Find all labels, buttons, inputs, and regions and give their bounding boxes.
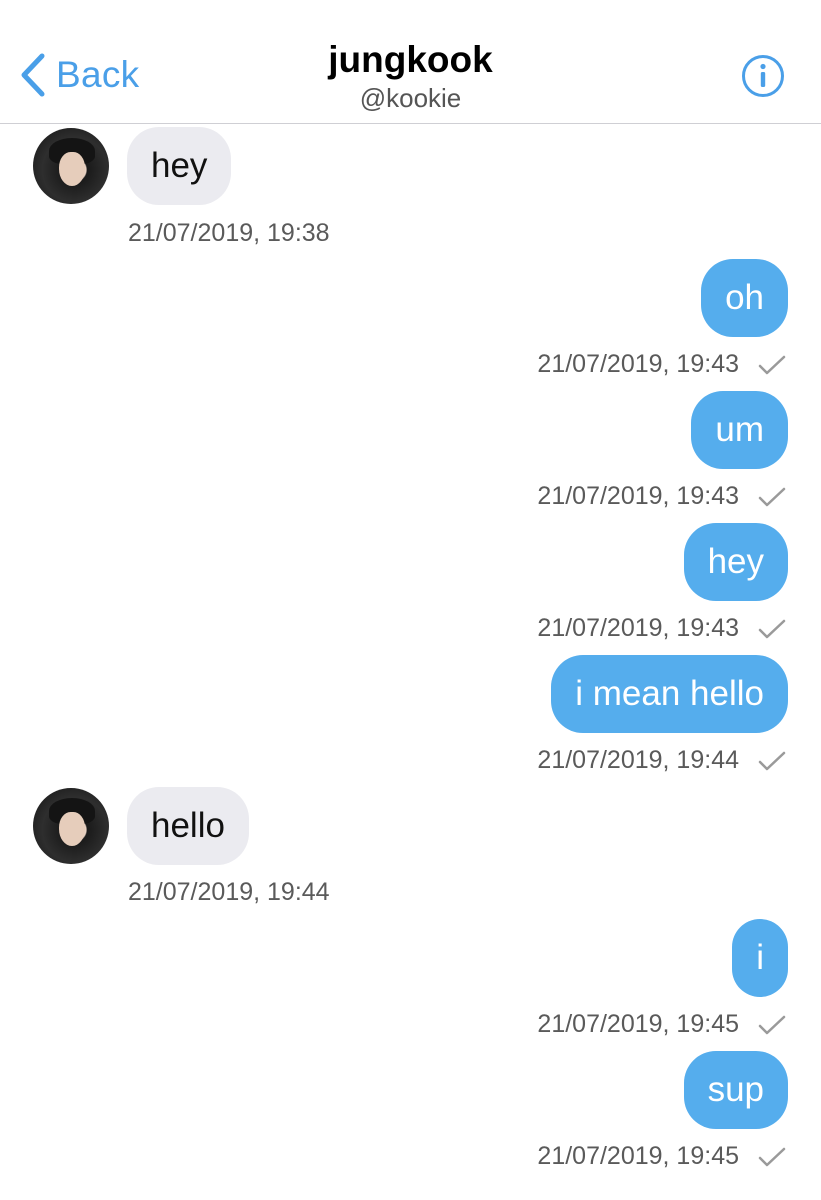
message-timestamp: 21/07/2019, 19:43 (537, 350, 739, 378)
message-timestamp: 21/07/2019, 19:45 (537, 1142, 739, 1170)
avatar-face (59, 152, 85, 186)
read-check-icon (758, 487, 786, 507)
contact-name: jungkook (328, 39, 493, 80)
message-timestamp: 21/07/2019, 19:44 (537, 746, 739, 774)
info-icon[interactable] (741, 54, 785, 98)
message-timestamp: 21/07/2019, 19:38 (128, 219, 330, 247)
read-check-icon (758, 1015, 786, 1035)
contact-title-block[interactable]: jungkook @kookie (0, 38, 821, 113)
outgoing-message-bubble[interactable]: hey (683, 523, 788, 601)
message-timestamp: 21/07/2019, 19:44 (128, 878, 330, 906)
outgoing-message-bubble[interactable]: sup (683, 1051, 788, 1129)
read-check-icon (758, 355, 786, 375)
message-timestamp: 21/07/2019, 19:45 (537, 1010, 739, 1038)
message-timestamp: 21/07/2019, 19:43 (537, 482, 739, 510)
outgoing-message-bubble[interactable]: i (732, 919, 788, 997)
outgoing-message-bubble[interactable]: um (691, 391, 788, 469)
avatar[interactable] (33, 128, 109, 204)
chat-header: Back jungkook @kookie (0, 0, 821, 124)
avatar[interactable] (33, 788, 109, 864)
read-check-icon (758, 619, 786, 639)
incoming-message-bubble[interactable]: hey (127, 127, 232, 205)
contact-handle: @kookie (359, 83, 462, 113)
outgoing-message-bubble[interactable]: i mean hello (551, 655, 788, 733)
avatar-face (59, 812, 85, 846)
read-check-icon (758, 1147, 786, 1167)
message-timestamp: 21/07/2019, 19:43 (537, 614, 739, 642)
read-check-icon (758, 751, 786, 771)
outgoing-message-bubble[interactable]: oh (701, 259, 788, 337)
incoming-message-bubble[interactable]: hello (127, 787, 249, 865)
